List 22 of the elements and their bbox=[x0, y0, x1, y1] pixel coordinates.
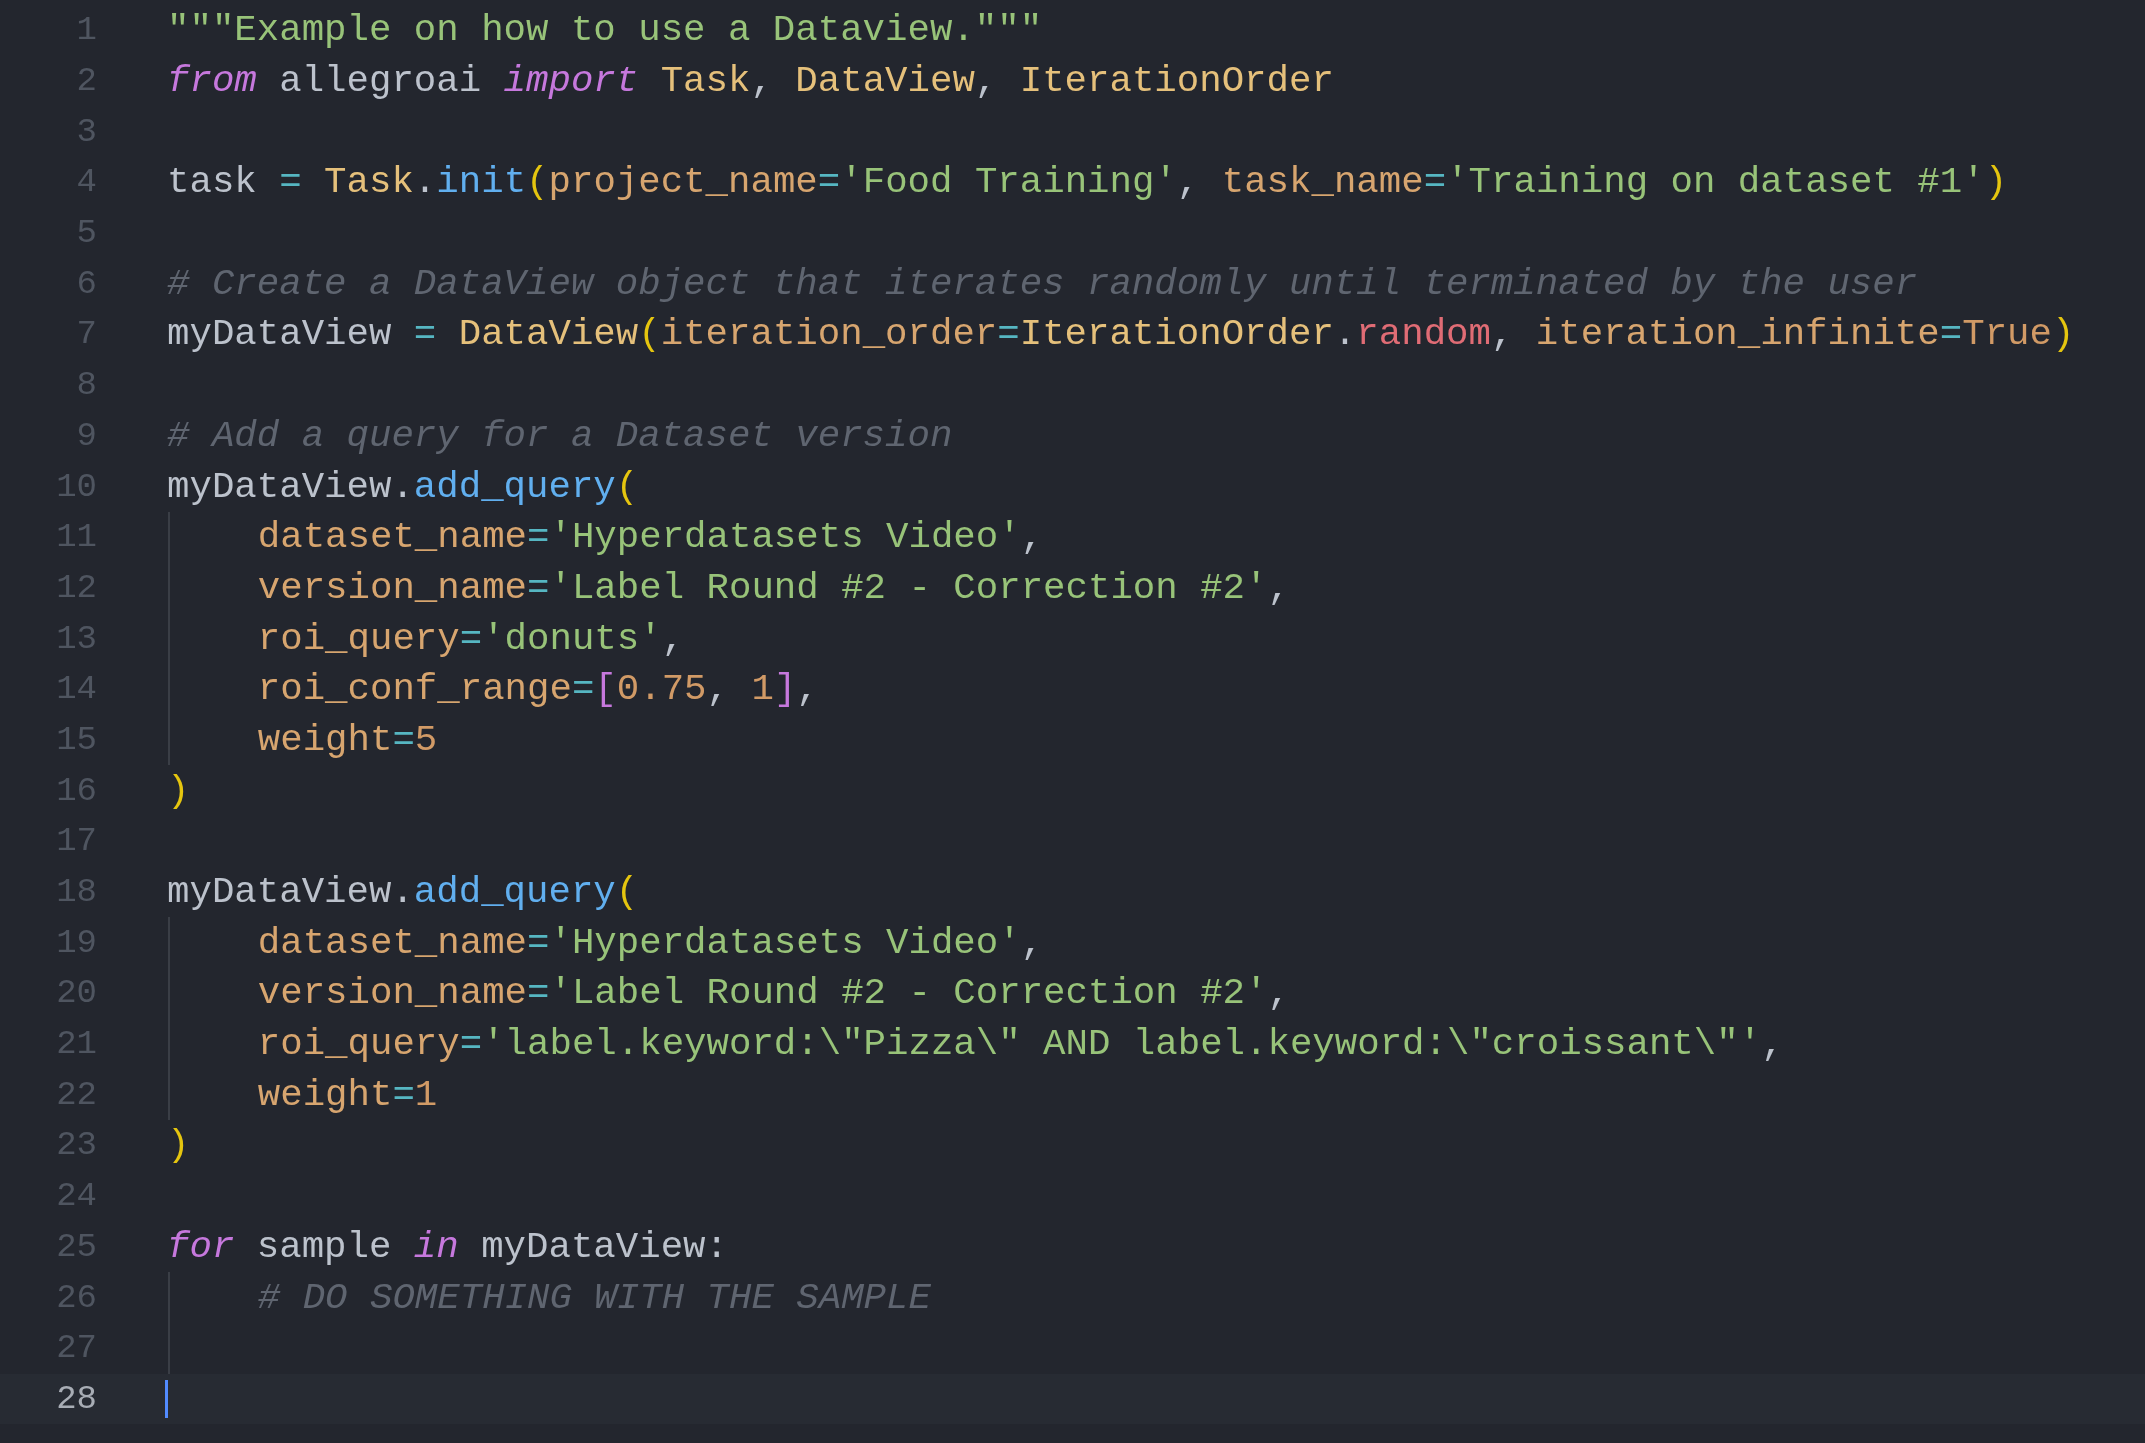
code-line: version_name='Label Round #2 - Correction #2', bbox=[257, 972, 1290, 1015]
code-line: roi_query='label.keyword:\"Pizza\" AND label.keyword:\"croissant\"', bbox=[257, 1023, 1784, 1066]
code-line: """Example on how to use a Dataview.""" bbox=[167, 9, 1043, 52]
code-line: roi_query='donuts', bbox=[257, 617, 685, 660]
code-line: dataset_name='Hyperdatasets Video', bbox=[257, 516, 1044, 559]
code-line: # Create a DataView object that iterates randomly until terminated by the user bbox=[167, 262, 1918, 305]
code-line: from allegroai import Task, DataView, IterationOrder bbox=[167, 60, 1334, 103]
code-line: weight=1 bbox=[257, 1073, 438, 1116]
code-line: roi_conf_range=[0.75, 1], bbox=[257, 668, 819, 711]
code-line: # DO SOMETHING WITH THE SAMPLE bbox=[257, 1276, 931, 1319]
code-line: task = Task.init(project_name='Food Training', task_name='Training on dataset #1') bbox=[167, 161, 2008, 204]
code-line: version_name='Label Round #2 - Correction #2', bbox=[257, 566, 1290, 609]
code-line: for sample in myDataView: bbox=[167, 1225, 728, 1268]
code-line: myDataView.add_query( bbox=[167, 465, 639, 508]
code-line: ) bbox=[167, 769, 190, 812]
code-line: myDataView = DataView(iteration_order=IterationOrder.random, iteration_infinite=True) bbox=[167, 313, 2075, 356]
code-line: myDataView.add_query( bbox=[167, 871, 639, 914]
code-line: dataset_name='Hyperdatasets Video', bbox=[257, 921, 1044, 964]
code-line: # Add a query for a Dataset version bbox=[167, 414, 953, 457]
code-line: ) bbox=[167, 1124, 190, 1167]
line-number: 28 bbox=[55, 1379, 97, 1418]
code-line: weight=5 bbox=[257, 718, 438, 761]
